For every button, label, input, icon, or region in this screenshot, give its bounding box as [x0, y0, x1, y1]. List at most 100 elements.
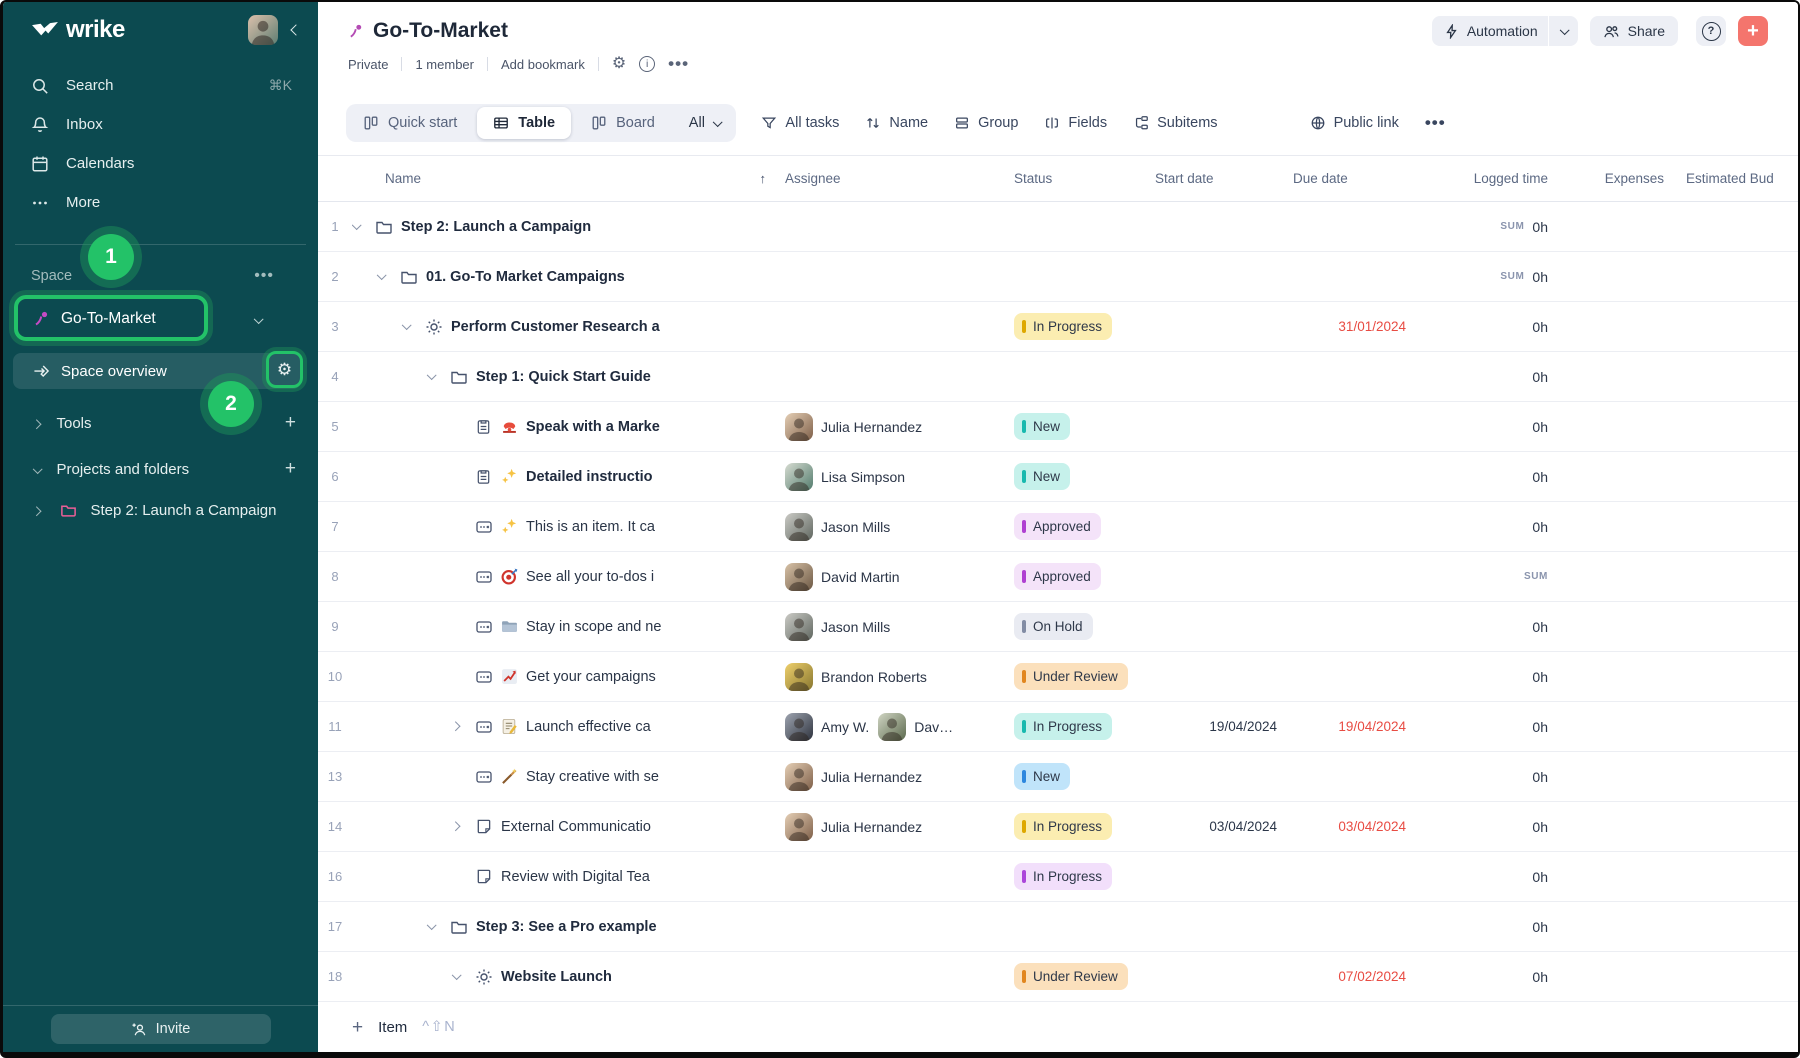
table-row[interactable]: 1Step 2: Launch a CampaignSUM0h — [318, 202, 1798, 252]
expand-chevron-icon[interactable] — [402, 323, 425, 330]
cell-name[interactable]: See all your to-dos i — [352, 552, 780, 601]
expand-chevron-icon[interactable] — [352, 223, 375, 230]
column-header-status[interactable]: Status — [1008, 171, 1145, 186]
task-name[interactable]: Review with Digital Tea — [501, 869, 650, 885]
sort-button[interactable]: Name — [865, 115, 928, 131]
cell-logged-time[interactable]: 0h — [1412, 369, 1556, 385]
task-name[interactable]: Get your campaigns — [526, 669, 656, 685]
cell-name[interactable]: Stay creative with se — [352, 752, 780, 801]
table-row[interactable]: 5Speak with a MarkeJulia HernandezNew0h — [318, 402, 1798, 452]
expand-chevron-icon[interactable] — [427, 373, 450, 380]
expand-chevron-icon[interactable] — [377, 273, 400, 280]
cell-name[interactable]: Review with Digital Tea — [352, 852, 780, 901]
more-options-icon[interactable]: ••• — [668, 54, 689, 74]
gear-icon[interactable]: ⚙ — [277, 361, 292, 378]
cell-assignee[interactable] — [780, 952, 1008, 1001]
add-button[interactable]: + — [1738, 16, 1768, 46]
cell-logged-time[interactable]: 0h — [1412, 319, 1556, 335]
table-row[interactable]: 3Perform Customer Research aIn Progress3… — [318, 302, 1798, 352]
cell-assignee[interactable] — [780, 252, 1008, 301]
group-button[interactable]: Group — [954, 115, 1018, 131]
filter-button[interactable]: All tasks — [761, 115, 839, 131]
chevron-right-icon[interactable] — [33, 415, 40, 432]
table-row[interactable]: 17Step 3: See a Pro example0h — [318, 902, 1798, 952]
tab-board[interactable]: Board — [574, 104, 672, 142]
cell-logged-time[interactable]: SUM — [1412, 571, 1556, 582]
table-row[interactable]: 4Step 1: Quick Start Guide0h — [318, 352, 1798, 402]
cell-name[interactable]: Detailed instructio — [352, 452, 780, 501]
sidebar-item-more[interactable]: More — [3, 183, 318, 222]
expand-chevron-icon[interactable] — [452, 973, 475, 980]
privacy-label[interactable]: Private — [348, 57, 388, 72]
cell-status[interactable]: New — [1008, 413, 1145, 440]
cell-status[interactable]: On Hold — [1008, 613, 1145, 640]
sidebar-item-calendars[interactable]: Calendars — [3, 144, 318, 183]
cell-logged-time[interactable]: 0h — [1412, 669, 1556, 685]
status-badge[interactable]: Approved — [1014, 513, 1101, 540]
cell-status[interactable]: New — [1008, 763, 1145, 790]
cell-name[interactable]: This is an item. It ca — [352, 502, 780, 551]
table-row[interactable]: 7This is an item. It caJason MillsApprov… — [318, 502, 1798, 552]
sidebar-item-search[interactable]: Search ⌘K — [3, 66, 318, 105]
cell-name[interactable]: Perform Customer Research a — [352, 302, 780, 351]
column-header-assignee[interactable]: Assignee — [780, 171, 1008, 186]
cell-logged-time[interactable]: 0h — [1412, 469, 1556, 485]
cell-assignee[interactable]: Jason Mills — [780, 602, 1008, 651]
help-button[interactable]: ? — [1696, 16, 1726, 46]
task-name[interactable]: 01. Go-To Market Campaigns — [426, 269, 625, 285]
view-scope-dropdown[interactable]: All — [672, 104, 737, 142]
task-name[interactable]: Step 2: Launch a Campaign — [401, 219, 591, 235]
add-item-button[interactable]: Item — [378, 1019, 407, 1036]
sidebar-item-projects-and-folders[interactable]: Projects and folders + — [3, 449, 318, 489]
cell-due-date[interactable]: 07/02/2024 — [1283, 969, 1412, 984]
table-row[interactable]: 9Stay in scope and neJason MillsOn Hold0… — [318, 602, 1798, 652]
cell-name[interactable]: Step 2: Launch a Campaign — [352, 202, 780, 251]
cell-assignee[interactable]: Amy W.Dav… — [780, 702, 1008, 751]
status-badge[interactable]: On Hold — [1014, 613, 1093, 640]
cell-assignee[interactable] — [780, 352, 1008, 401]
cell-start-date[interactable]: 03/04/2024 — [1145, 819, 1283, 834]
task-name[interactable]: Speak with a Marke — [526, 419, 660, 435]
cell-logged-time[interactable]: 0h — [1412, 969, 1556, 985]
cell-assignee[interactable]: Lisa Simpson — [780, 452, 1008, 501]
table-row[interactable]: 13Stay creative with seJulia HernandezNe… — [318, 752, 1798, 802]
subitems-button[interactable]: Subitems — [1133, 115, 1217, 131]
task-name[interactable]: Detailed instructio — [526, 469, 653, 485]
wrike-logo-icon[interactable] — [31, 19, 59, 41]
status-badge[interactable]: In Progress — [1014, 863, 1112, 890]
cell-start-date[interactable]: 19/04/2024 — [1145, 719, 1283, 734]
cell-status[interactable]: In Progress — [1008, 713, 1145, 740]
collapse-sidebar-icon[interactable] — [292, 26, 300, 34]
cell-assignee[interactable]: Julia Hernandez — [780, 402, 1008, 451]
sidebar-item-inbox[interactable]: Inbox — [3, 105, 318, 144]
expand-chevron-icon[interactable] — [452, 823, 475, 830]
invite-button[interactable]: Invite — [51, 1014, 271, 1044]
sort-ascending-icon[interactable]: ↑ — [760, 171, 767, 186]
status-badge[interactable]: Under Review — [1014, 663, 1128, 690]
task-name[interactable]: Stay in scope and ne — [526, 619, 661, 635]
column-header-start-date[interactable]: Start date — [1145, 171, 1283, 186]
status-badge[interactable]: In Progress — [1014, 713, 1112, 740]
chevron-down-icon[interactable] — [33, 461, 40, 478]
status-badge[interactable]: New — [1014, 463, 1070, 490]
sidebar-item-go-to-market[interactable]: Go-To-Market — [3, 297, 318, 341]
column-header-estimated-budget[interactable]: Estimated Bud — [1676, 171, 1798, 186]
cell-name[interactable]: Stay in scope and ne — [352, 602, 780, 651]
cell-name[interactable]: External Communicatio — [352, 802, 780, 851]
table-row[interactable]: 10Get your campaignsBrandon RobertsUnder… — [318, 652, 1798, 702]
user-avatar[interactable] — [248, 15, 278, 45]
cell-assignee[interactable] — [780, 202, 1008, 251]
task-name[interactable]: Step 3: See a Pro example — [476, 919, 657, 935]
status-badge[interactable]: New — [1014, 763, 1070, 790]
cell-assignee[interactable]: Jason Mills — [780, 502, 1008, 551]
sidebar-item-tools[interactable]: Tools + — [3, 403, 318, 443]
cell-status[interactable]: Under Review — [1008, 663, 1145, 690]
cell-name[interactable]: Step 3: See a Pro example — [352, 902, 780, 951]
sidebar-item-space-overview[interactable]: Space overview — [13, 353, 301, 389]
cell-assignee[interactable]: Julia Hernandez — [780, 802, 1008, 851]
status-badge[interactable]: Under Review — [1014, 963, 1128, 990]
chevron-right-icon[interactable] — [33, 502, 40, 519]
cell-due-date[interactable]: 31/01/2024 — [1283, 319, 1412, 334]
table-row[interactable]: 11Launch effective caAmy W.Dav…In Progre… — [318, 702, 1798, 752]
cell-logged-time[interactable]: 0h — [1412, 419, 1556, 435]
